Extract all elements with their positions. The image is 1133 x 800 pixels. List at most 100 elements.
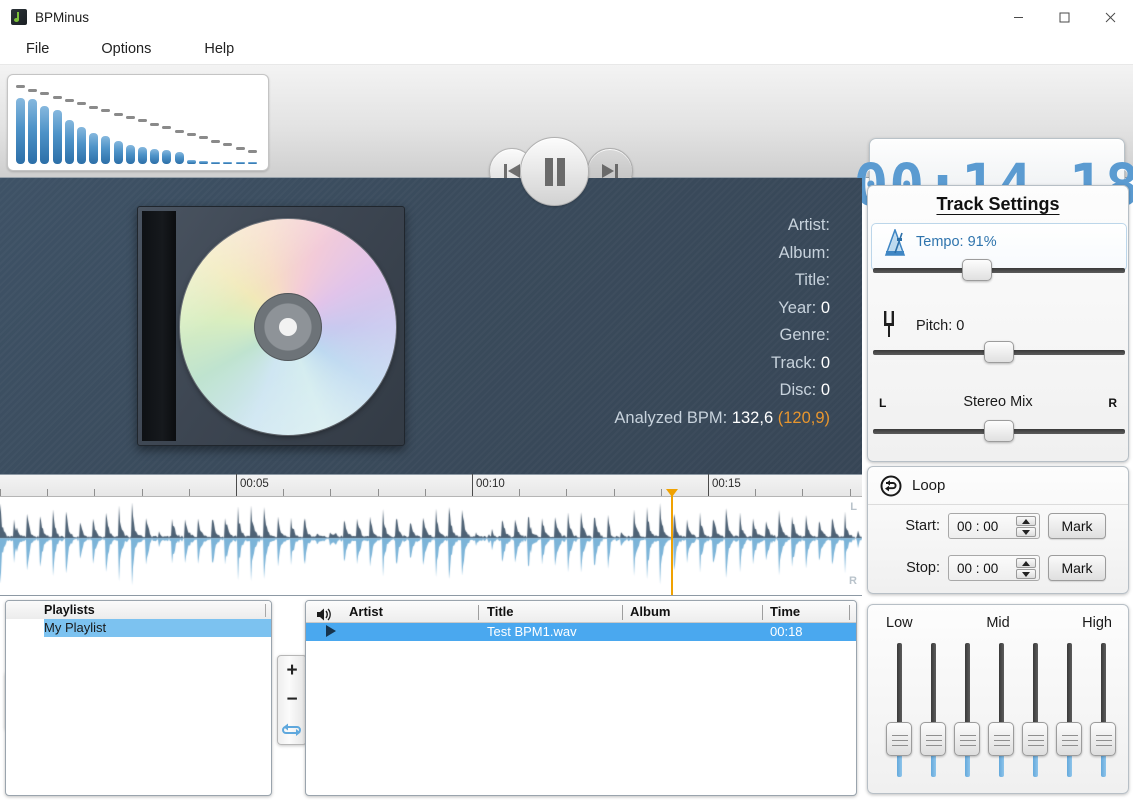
- loop-stop-down-icon[interactable]: [1016, 569, 1036, 579]
- spectrum-peak-dot: [125, 115, 135, 119]
- minimize-icon[interactable]: [995, 0, 1041, 34]
- eq-slider-thumb[interactable]: [1090, 722, 1116, 757]
- menu-options[interactable]: Options: [101, 37, 151, 61]
- repeat-icon[interactable]: [277, 715, 307, 744]
- metadata-disc: Disc: 0: [430, 377, 830, 405]
- loop-stop-input[interactable]: 00 : 00: [948, 555, 1040, 581]
- eq-slider-track-upper[interactable]: [1101, 643, 1106, 729]
- eq-slider-track-upper[interactable]: [931, 643, 936, 729]
- spectrum-peak-dot: [40, 92, 50, 96]
- spectrum-peak-dot: [16, 84, 25, 88]
- tracklist-side-buttons: + −: [277, 655, 307, 745]
- eq-slider-track-lower[interactable]: [999, 752, 1004, 777]
- eq-band-slider[interactable]: [920, 643, 946, 777]
- playhead-cursor[interactable]: [666, 489, 678, 595]
- column-separator-title[interactable]: [622, 605, 623, 620]
- eq-slider-track-lower[interactable]: [931, 752, 936, 777]
- playlist-item-my-playlist[interactable]: My Playlist: [44, 619, 271, 637]
- stereo-mix-slider[interactable]: [873, 420, 1125, 442]
- tempo-slider-thumb[interactable]: [962, 259, 992, 281]
- loop-stop-mark-button[interactable]: Mark: [1048, 555, 1106, 581]
- spectrum-peak-dot: [150, 122, 160, 126]
- waveform-canvas[interactable]: [0, 497, 862, 595]
- eq-slider-thumb[interactable]: [954, 722, 980, 757]
- spectrum-peak-dot: [64, 98, 74, 102]
- spectrum-bar: [113, 141, 123, 164]
- loop-start-mark-button[interactable]: Mark: [1048, 513, 1106, 539]
- loop-start-up-icon[interactable]: [1016, 516, 1036, 526]
- eq-slider-track-upper[interactable]: [897, 643, 902, 729]
- timeline-ruler[interactable]: 00:05 00:10 00:15: [0, 474, 862, 497]
- column-separator-album[interactable]: [762, 605, 763, 620]
- spectrum-peak-dot: [89, 105, 99, 109]
- eq-slider-track-lower[interactable]: [965, 752, 970, 777]
- loop-start-down-icon[interactable]: [1016, 527, 1036, 537]
- loop-stop-stepper[interactable]: [1016, 558, 1036, 579]
- spectrum-bar: [40, 106, 50, 164]
- tracklist-column-time[interactable]: Time: [770, 601, 800, 623]
- play-pause-button[interactable]: [520, 137, 589, 206]
- spectrum-bar: [138, 147, 147, 164]
- spectrum-bar: [101, 135, 111, 164]
- metadata-analyzed-bpm: Analyzed BPM: 132,6 (120,9): [430, 405, 830, 433]
- menu-bar: File Options Help: [0, 34, 1133, 65]
- tracklist-column-album[interactable]: Album: [630, 601, 670, 623]
- remove-track-button[interactable]: −: [277, 685, 307, 714]
- eq-band-slider[interactable]: [988, 643, 1014, 777]
- metadata-artist: Artist:: [430, 212, 830, 240]
- loop-start-input[interactable]: 00 : 00: [948, 513, 1040, 539]
- menu-file[interactable]: File: [26, 37, 49, 61]
- waveform-view[interactable]: 00:05 00:10 00:15 L R: [0, 474, 862, 596]
- eq-band-slider[interactable]: [1056, 643, 1082, 777]
- tempo-slider-track[interactable]: [873, 268, 1125, 273]
- eq-slider-track-lower[interactable]: [1101, 752, 1106, 777]
- pitch-slider[interactable]: [873, 341, 1125, 363]
- eq-band-slider[interactable]: [886, 643, 912, 777]
- eq-band-slider[interactable]: [1090, 643, 1116, 777]
- cd-hub: [254, 293, 322, 361]
- album-art[interactable]: [137, 206, 405, 446]
- eq-slider-track-upper[interactable]: [999, 643, 1004, 729]
- eq-slider-track-lower[interactable]: [897, 752, 902, 777]
- menu-help[interactable]: Help: [204, 37, 234, 61]
- tempo-slider[interactable]: [873, 259, 1125, 281]
- eq-band-slider[interactable]: [954, 643, 980, 777]
- tracklist-column-artist[interactable]: Artist: [349, 601, 383, 623]
- close-icon[interactable]: [1087, 0, 1133, 34]
- eq-slider-thumb[interactable]: [1022, 722, 1048, 757]
- stereo-slider-thumb[interactable]: [984, 420, 1014, 442]
- pitch-slider-thumb[interactable]: [984, 341, 1014, 363]
- loop-stop-row: Stop: 00 : 00 Mark: [868, 554, 1128, 582]
- ruler-tick: [566, 489, 567, 496]
- eq-slider-thumb[interactable]: [886, 722, 912, 757]
- ruler-tick: [378, 489, 379, 496]
- spectrum-bar: [186, 159, 196, 164]
- spectrum-peak-dot: [174, 129, 184, 133]
- metronome-icon: [882, 227, 908, 262]
- cd-case-spine: [142, 211, 176, 441]
- track-settings-title: Track Settings: [936, 194, 1060, 214]
- eq-slider-thumb[interactable]: [1056, 722, 1082, 757]
- eq-slider-track-lower[interactable]: [1067, 752, 1072, 777]
- column-separator-artist[interactable]: [478, 605, 479, 620]
- column-separator-time[interactable]: [849, 605, 850, 620]
- maximize-icon[interactable]: [1041, 0, 1087, 34]
- table-row[interactable]: Test BPM1.wav 00:18: [306, 623, 856, 641]
- spectrum-peak-dot: [247, 149, 257, 153]
- loop-stop-up-icon[interactable]: [1016, 558, 1036, 568]
- spectrum-bar: [77, 127, 86, 164]
- eq-slider-thumb[interactable]: [988, 722, 1014, 757]
- eq-slider-track-lower[interactable]: [1033, 752, 1038, 777]
- eq-slider-thumb[interactable]: [920, 722, 946, 757]
- window-title: BPMinus: [35, 9, 90, 25]
- tracklist-column-title[interactable]: Title: [487, 601, 514, 623]
- loop-icon: [880, 475, 902, 497]
- eq-slider-track-upper[interactable]: [1067, 643, 1072, 729]
- loop-stop-value: 00 : 00: [957, 560, 999, 576]
- loop-start-stepper[interactable]: [1016, 516, 1036, 537]
- add-track-button[interactable]: +: [277, 656, 307, 685]
- eq-slider-track-upper[interactable]: [1033, 643, 1038, 729]
- playlists-column-separator[interactable]: [265, 604, 266, 617]
- eq-slider-track-upper[interactable]: [965, 643, 970, 729]
- eq-band-slider[interactable]: [1022, 643, 1048, 777]
